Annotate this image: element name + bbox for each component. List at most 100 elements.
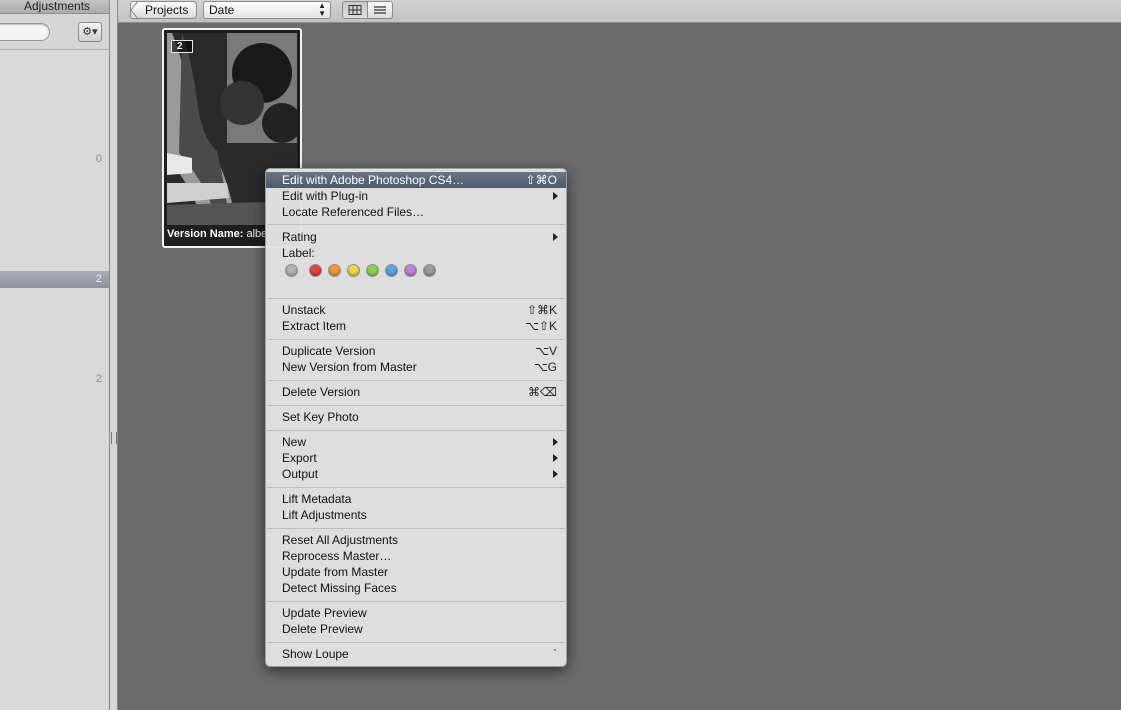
pane-splitter[interactable] [110, 0, 118, 710]
menu-item-label: Extract Item [282, 319, 347, 333]
menu-item-shortcut: ⌥⇧K [525, 319, 557, 333]
stack-count-badge[interactable]: 2 [171, 40, 193, 53]
label-swatch-blue[interactable] [386, 265, 397, 276]
browser-toolbar: Projects Date ▲ ▼ [118, 0, 1121, 23]
menu-separator [267, 487, 565, 488]
label-swatch-green[interactable] [367, 265, 378, 276]
menu-separator [267, 642, 565, 643]
menu-item-label: Delete Version [282, 385, 361, 399]
menu-separator [267, 298, 565, 299]
sidebar: Adjustments ⚙▾ 0 2 2 [0, 0, 110, 710]
menu-item-extract-item[interactable]: Extract Item ⌥⇧K [266, 318, 566, 334]
list-view-button[interactable] [368, 2, 392, 18]
menu-item-show-loupe[interactable]: Show Loupe ` [266, 646, 566, 662]
label-swatch-none[interactable] [286, 265, 297, 276]
sort-order-value: Date [209, 3, 235, 17]
menu-item-unstack[interactable]: Unstack ⇧⌘K [266, 302, 566, 318]
label-swatch-orange[interactable] [329, 265, 340, 276]
menu-separator [267, 528, 565, 529]
menu-item-label: Lift Metadata [282, 492, 352, 506]
list-view-icon [374, 6, 386, 14]
tab-adjustments[interactable]: Adjustments [0, 0, 109, 14]
gear-icon: ⚙▾ [82, 26, 98, 38]
menu-item-label: Update Preview [282, 606, 367, 620]
sidebar-item-count: 2 [95, 373, 102, 385]
sidebar-toolbar: ⚙▾ [0, 14, 109, 50]
view-mode-segmented [342, 1, 393, 19]
menu-item-label-header: Label: [266, 245, 566, 261]
menu-item-locate-referenced-files[interactable]: Locate Referenced Files… [266, 204, 566, 220]
submenu-arrow-icon [553, 454, 558, 462]
menu-item-lift-adjustments[interactable]: Lift Adjustments [266, 507, 566, 523]
menu-item-label: Duplicate Version [282, 344, 376, 358]
menu-item-edit-with-photoshop[interactable]: Edit with Adobe Photoshop CS4… ⇧⌘O [266, 172, 566, 188]
back-arrow-icon [130, 1, 138, 19]
splitter-grip-icon [111, 432, 117, 444]
menu-item-duplicate-version[interactable]: Duplicate Version ⌥V [266, 343, 566, 359]
menu-item-update-from-master[interactable]: Update from Master [266, 564, 566, 580]
menu-item-label: Reset All Adjustments [282, 533, 399, 547]
menu-item-label: Edit with Adobe Photoshop CS4… [282, 173, 465, 187]
menu-item-update-preview[interactable]: Update Preview [266, 605, 566, 621]
submenu-arrow-icon [553, 470, 558, 478]
menu-separator [267, 224, 565, 225]
menu-item-new[interactable]: New [266, 434, 566, 450]
menu-item-label: Show Loupe [282, 647, 349, 661]
version-name-label: Version Name: [167, 228, 244, 240]
menu-separator [267, 405, 565, 406]
menu-item-delete-version[interactable]: Delete Version ⌘⌫ [266, 384, 566, 400]
menu-item-export[interactable]: Export [266, 450, 566, 466]
menu-item-output[interactable]: Output [266, 466, 566, 482]
menu-item-shortcut: ⌥V [535, 344, 557, 358]
menu-separator [267, 380, 565, 381]
menu-item-label: Lift Adjustments [282, 508, 367, 522]
menu-separator [267, 601, 565, 602]
label-swatch-yellow[interactable] [348, 265, 359, 276]
projects-back-button[interactable]: Projects [130, 1, 198, 19]
submenu-arrow-icon [553, 192, 558, 200]
menu-item-detect-missing-faces[interactable]: Detect Missing Faces [266, 580, 566, 596]
menu-item-reprocess-master[interactable]: Reprocess Master… [266, 548, 566, 564]
menu-item-shortcut: ⇧⌘K [526, 303, 557, 317]
sidebar-item-selected[interactable]: 2 [0, 271, 109, 288]
menu-item-label: Delete Preview [282, 622, 363, 636]
context-menu: Edit with Adobe Photoshop CS4… ⇧⌘O Edit … [265, 168, 567, 667]
label-swatch-purple[interactable] [405, 265, 416, 276]
search-input[interactable] [0, 23, 50, 41]
menu-item-label: Reprocess Master… [282, 549, 392, 563]
menu-item-reset-all-adjustments[interactable]: Reset All Adjustments [266, 532, 566, 548]
grid-view-icon [348, 5, 362, 15]
menu-item-label: New [282, 435, 307, 449]
menu-item-shortcut: ⌘⌫ [528, 385, 557, 399]
menu-item-shortcut: ` [553, 647, 557, 661]
menu-item-label: Label: [282, 246, 315, 260]
projects-button-label: Projects [145, 3, 189, 17]
label-swatch-gray[interactable] [424, 265, 435, 276]
gear-menu-button[interactable]: ⚙▾ [78, 22, 102, 42]
menu-item-label: Locate Referenced Files… [282, 205, 425, 219]
menu-item-label: Rating [282, 230, 317, 244]
menu-item-label: Edit with Plug-in [282, 189, 369, 203]
menu-item-delete-preview[interactable]: Delete Preview [266, 621, 566, 637]
sort-order-select[interactable]: Date ▲ ▼ [203, 1, 331, 19]
menu-item-lift-metadata[interactable]: Lift Metadata [266, 491, 566, 507]
menu-item-label: Set Key Photo [282, 410, 359, 424]
menu-separator [267, 430, 565, 431]
grid-view-button[interactable] [343, 2, 368, 18]
menu-item-edit-with-plugin[interactable]: Edit with Plug-in [266, 188, 566, 204]
menu-item-set-key-photo[interactable]: Set Key Photo [266, 409, 566, 425]
menu-item-label: New Version from Master [282, 360, 417, 374]
menu-separator [267, 339, 565, 340]
menu-item-new-version-from-master[interactable]: New Version from Master ⌥G [266, 359, 566, 375]
menu-item-label: Detect Missing Faces [282, 581, 397, 595]
menu-item-shortcut: ⇧⌘O [525, 173, 557, 187]
menu-item-label: Update from Master [282, 565, 389, 579]
menu-item-label: Export [282, 451, 317, 465]
updown-arrows-icon: ▲ ▼ [318, 1, 326, 18]
menu-item-rating[interactable]: Rating [266, 229, 566, 245]
submenu-arrow-icon [553, 233, 558, 241]
submenu-arrow-icon [553, 438, 558, 446]
sidebar-item-count: 0 [95, 153, 102, 165]
menu-item-shortcut: ⌥G [533, 360, 557, 374]
label-swatch-red[interactable] [310, 265, 321, 276]
